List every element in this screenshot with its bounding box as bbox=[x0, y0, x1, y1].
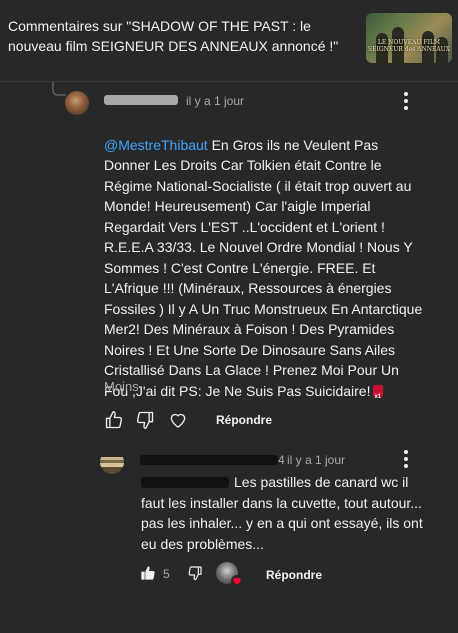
avatar[interactable] bbox=[100, 450, 124, 474]
author-name-suffix[interactable]: 4 bbox=[278, 453, 285, 467]
author-name-redacted[interactable] bbox=[104, 95, 178, 105]
avatar[interactable] bbox=[65, 91, 89, 115]
thumb-down-icon[interactable] bbox=[135, 410, 155, 430]
more-vert-icon[interactable] bbox=[404, 92, 408, 113]
comment-timestamp[interactable]: il y a 1 jour bbox=[186, 94, 244, 108]
reply-button[interactable]: Répondre bbox=[216, 413, 272, 427]
like-count: 5 bbox=[163, 567, 170, 581]
thumb-up-icon[interactable] bbox=[140, 565, 156, 581]
comment-body: @MestreThibaut En Gros ils ne Veulent Pa… bbox=[104, 114, 424, 408]
more-vert-icon[interactable] bbox=[404, 450, 408, 471]
mention-link[interactable]: @MestreThibaut bbox=[104, 137, 208, 153]
comment-text: En Gros ils ne Veulent Pas Donner Les Dr… bbox=[104, 136, 423, 399]
thumbnail-caption: LE NOUVEAU FILM SEIGNEUR des ANNEAUX bbox=[367, 39, 451, 53]
reply-button[interactable]: Répondre bbox=[266, 568, 322, 582]
comment-timestamp[interactable]: il y a 1 jour bbox=[287, 453, 345, 467]
comments-header: Commentaires sur "SHADOW OF THE PAST : l… bbox=[0, 0, 458, 82]
show-less-button[interactable]: Moins bbox=[104, 379, 139, 394]
creator-heart-icon[interactable] bbox=[231, 575, 243, 587]
comment-body: Les pastilles de canard wc il faut les i… bbox=[141, 474, 423, 552]
thread-connector-icon bbox=[52, 82, 66, 96]
thumb-down-icon[interactable] bbox=[187, 565, 203, 581]
heart-icon[interactable] bbox=[168, 410, 188, 430]
video-thumbnail[interactable]: LE NOUVEAU FILM SEIGNEUR des ANNEAUX bbox=[366, 13, 452, 63]
page-title: Commentaires sur "SHADOW OF THE PAST : l… bbox=[8, 18, 339, 54]
thumb-up-icon[interactable] bbox=[104, 410, 124, 430]
author-name-redacted[interactable] bbox=[140, 455, 278, 465]
flag-emoji-icon bbox=[373, 384, 384, 407]
